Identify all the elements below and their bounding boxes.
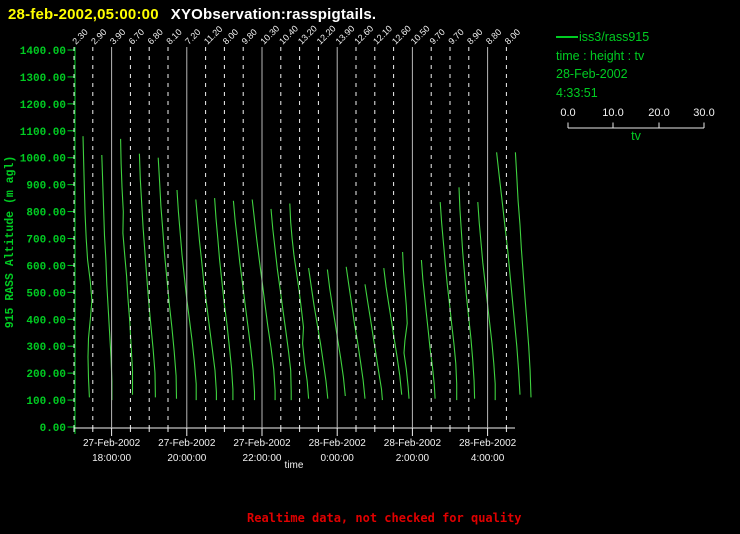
x-tick-time-label: 0:00:00 (321, 453, 355, 464)
legend-date: 28-Feb-2002 (556, 67, 628, 81)
y-tick-label: 1400.00 (20, 46, 66, 58)
legend-series-row: iss3/rass915 (556, 28, 740, 47)
profile-top-value-label: 13.90 (334, 23, 357, 46)
profile-top-value-label: 2.90 (89, 27, 108, 46)
y-tick-label: 900.00 (26, 181, 66, 193)
legend-panel: iss3/rass915 time : height : tv 28-Feb-2… (556, 28, 740, 102)
x-tick-date-label: 28-Feb-2002 (309, 438, 367, 449)
profile-top-value-label: 12.60 (390, 23, 413, 46)
x-tick-date-label: 27-Feb-2002 (83, 438, 141, 449)
profile-top-value-label: 10.30 (258, 23, 281, 46)
profile-top-value-label: 7.20 (183, 27, 202, 46)
profile-top-value-label: 2.30 (70, 27, 89, 46)
y-tick-label: 600.00 (26, 261, 66, 273)
y-axis-title: 915 RASS Altitude (m agl) (4, 156, 17, 329)
profile-top-value-label: 13.20 (296, 23, 319, 46)
y-tick-label: 700.00 (26, 235, 66, 247)
temperature-profile-trace (383, 268, 403, 395)
profile-top-value-label: 6.70 (127, 27, 146, 46)
profile-top-value-label: 12.10 (371, 23, 394, 46)
x-tick-time-label: 20:00:00 (167, 453, 206, 464)
tv-scale-axis-label: tv (631, 129, 641, 143)
y-tick-label: 300.00 (26, 342, 66, 354)
profile-top-value-label: 3.90 (108, 27, 127, 46)
x-tick-time-label: 18:00:00 (92, 453, 131, 464)
profile-top-value-label: 12.60 (352, 23, 375, 46)
profile-top-value-label: 8.10 (164, 27, 183, 46)
y-tick-label: 200.00 (26, 369, 66, 381)
temperature-profile-trace (232, 200, 256, 401)
y-tick-label: 1000.00 (20, 154, 66, 166)
legend-time: 4:33:51 (556, 85, 598, 100)
y-tick-label: 400.00 (26, 315, 66, 327)
temperature-profile-trace (138, 153, 156, 398)
x-axis-title: time (285, 460, 304, 471)
temperature-profile-trace (308, 268, 329, 399)
profile-top-value-label: 9.80 (240, 27, 259, 46)
y-tick-label: 0.00 (40, 423, 66, 435)
x-tick-date-label: 28-Feb-2002 (384, 438, 442, 449)
legend-series-name: iss3/rass915 (579, 30, 650, 44)
temperature-profile-trace (345, 266, 366, 399)
temperature-profile-trace (477, 202, 496, 401)
temperature-profile-trace (82, 136, 93, 398)
temperature-profile-trace (458, 187, 476, 399)
temperature-profile-trace (364, 284, 383, 401)
profile-top-value-label: 8.00 (503, 27, 522, 46)
tv-scale-tick-label: 0.0 (560, 107, 576, 119)
y-tick-label: 1300.00 (20, 73, 66, 85)
x-tick-date-label: 27-Feb-2002 (233, 438, 291, 449)
x-tick-date-label: 28-Feb-2002 (459, 438, 517, 449)
y-tick-label: 800.00 (26, 208, 66, 220)
temperature-profile-trace (101, 154, 113, 401)
tv-scale-tick-label: 10.0 (602, 107, 624, 119)
tv-scale: 0.0 10.0 20.0 30.0 tv (556, 107, 726, 145)
y-tick-label: 500.00 (26, 288, 66, 300)
profile-top-value-label: 10.50 (409, 23, 432, 46)
y-tick-label: 100.00 (26, 396, 66, 408)
profile-top-value-label: 8.80 (484, 27, 503, 46)
temperature-profile-trace (251, 199, 276, 401)
realtime-warning: Realtime data, not checked for quality (247, 511, 522, 525)
profile-top-value-label: 8.00 (221, 27, 240, 46)
y-tick-label: 1100.00 (20, 127, 66, 139)
tv-scale-tick-label: 20.0 (648, 107, 670, 119)
x-tick-time-label: 4:00:00 (471, 453, 505, 464)
profile-top-value-label: 10.40 (277, 23, 300, 46)
legend-fields: time : height : tv (556, 48, 645, 63)
temperature-profile-trace (420, 259, 436, 399)
profile-top-value-label: 8.90 (465, 27, 484, 46)
temperature-profile-trace (439, 202, 458, 401)
y-tick-label: 1200.00 (20, 100, 66, 112)
x-tick-time-label: 2:00:00 (396, 453, 430, 464)
temperature-profile-trace (326, 269, 346, 397)
profile-top-value-label: 11.20 (202, 24, 225, 47)
x-tick-time-label: 22:00:00 (243, 453, 282, 464)
temperature-profile-trace (157, 157, 178, 399)
temperature-profile-trace (214, 198, 234, 401)
tv-scale-tick-label: 30.0 (693, 107, 715, 119)
x-tick-date-label: 27-Feb-2002 (158, 438, 216, 449)
legend-line-sample-icon (556, 36, 578, 38)
rass-display-window: { "titlebar": { "timestamp": "28-feb-200… (0, 0, 740, 534)
temperature-profile-trace (496, 152, 521, 395)
pigtails-plot: 0.00 100.00 200.00 300.00 400.00 500.00 600.00… (4, 23, 532, 471)
profile-top-value-label: 12.20 (315, 23, 338, 46)
profile-top-value-label: 9.70 (446, 27, 465, 46)
temperature-profile-trace (402, 251, 410, 399)
profile-top-value-label: 6.80 (146, 27, 165, 46)
